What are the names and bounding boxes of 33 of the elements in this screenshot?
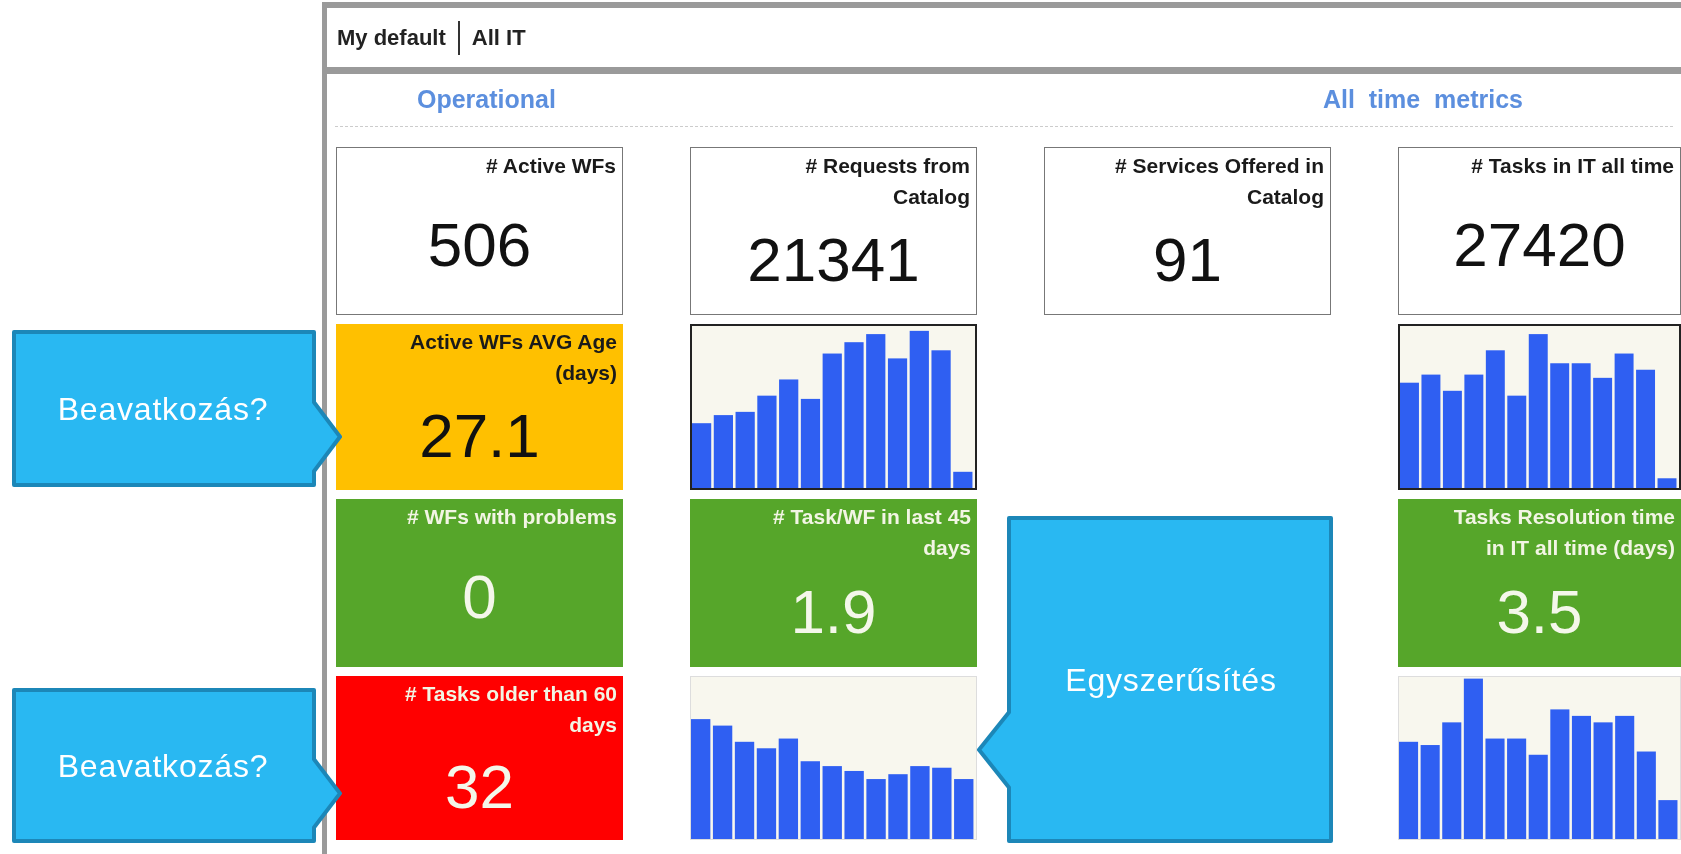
metric-value: 27420 [1452,208,1627,281]
metric-value: 27.1 [418,400,541,472]
metric-label: # Tasks in IT all time [1470,153,1675,179]
metric-label: # WFs with problems [405,504,618,530]
chart-bar [866,779,886,839]
metric-value: 0 [461,560,498,633]
metric-label: # Tasks older than 60 days [403,681,618,738]
metric-label: # Task/WF in last 45 days [772,504,972,561]
metric-value: 21341 [746,224,921,296]
metric-value: 32 [444,751,515,823]
chart-bar [692,423,712,488]
metric-value: 3.5 [1495,576,1584,648]
metric-label: Active WFs AVG Age (days) [409,329,618,386]
chart-bar [888,774,908,839]
metric-value: 506 [426,208,533,281]
metric-label: Tasks Resolution time in IT all time (days) [1452,504,1676,561]
view-link[interactable]: My default [337,21,446,54]
metric-label: # Active WFs [485,153,617,179]
chart-bar [932,767,952,839]
callout-text: Egyszerűsítés [1065,660,1277,700]
callout-text: Beavatkozás? [57,746,269,786]
section-heading: All time metrics [1322,84,1523,116]
chart-bar [844,770,864,839]
metric-value: 1.9 [789,576,878,648]
metric-label: # Services Offered in Catalog [1114,153,1325,210]
metric-value: 91 [1152,224,1223,296]
chart-bar [954,779,974,839]
section-heading: Operational [417,84,556,116]
view-link[interactable]: All IT [471,21,526,54]
chart-bar [1658,800,1678,839]
callout-text: Beavatkozás? [57,389,269,429]
chart-bar [953,471,973,488]
metric-label: # Requests from Catalog [804,153,971,210]
